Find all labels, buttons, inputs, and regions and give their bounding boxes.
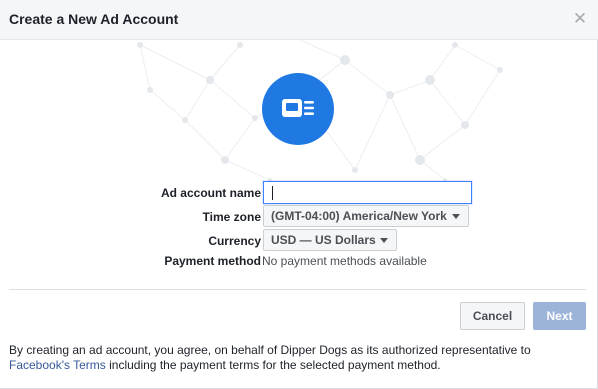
text-cursor bbox=[272, 186, 273, 200]
payment-method-label: Payment method bbox=[164, 254, 261, 268]
close-icon[interactable]: ✕ bbox=[572, 10, 588, 28]
chevron-down-icon bbox=[380, 238, 388, 243]
time-zone-label: Time zone bbox=[202, 210, 261, 224]
payment-method-value: No payment methods available bbox=[262, 254, 427, 268]
terms-notice: By creating an ad account, you agree, on… bbox=[9, 343, 589, 373]
dialog-title: Create a New Ad Account bbox=[9, 11, 179, 27]
cancel-button[interactable]: Cancel bbox=[460, 302, 525, 330]
ad-account-name-field[interactable] bbox=[263, 181, 472, 204]
create-ad-account-dialog: Create a New Ad Account ✕ Ad account nam… bbox=[0, 0, 598, 389]
terms-text-before: By creating an ad account, you agree, on… bbox=[9, 343, 531, 357]
time-zone-value: (GMT-04:00) America/New York bbox=[271, 209, 447, 223]
currency-value: USD — US Dollars bbox=[271, 233, 376, 247]
ad-account-name-input[interactable] bbox=[264, 182, 471, 203]
ad-account-icon bbox=[262, 73, 334, 145]
facebook-terms-link[interactable]: Facebook's Terms bbox=[9, 358, 106, 372]
currency-select[interactable]: USD — US Dollars bbox=[263, 229, 397, 251]
divider bbox=[9, 289, 586, 290]
currency-label: Currency bbox=[208, 234, 261, 248]
ad-account-name-label: Ad account name bbox=[160, 186, 261, 200]
terms-text-after: including the payment terms for the sele… bbox=[105, 358, 441, 372]
next-button[interactable]: Next bbox=[533, 302, 586, 330]
time-zone-select[interactable]: (GMT-04:00) America/New York bbox=[263, 205, 469, 227]
chevron-down-icon bbox=[452, 214, 460, 219]
dialog-header: Create a New Ad Account ✕ bbox=[0, 0, 598, 40]
